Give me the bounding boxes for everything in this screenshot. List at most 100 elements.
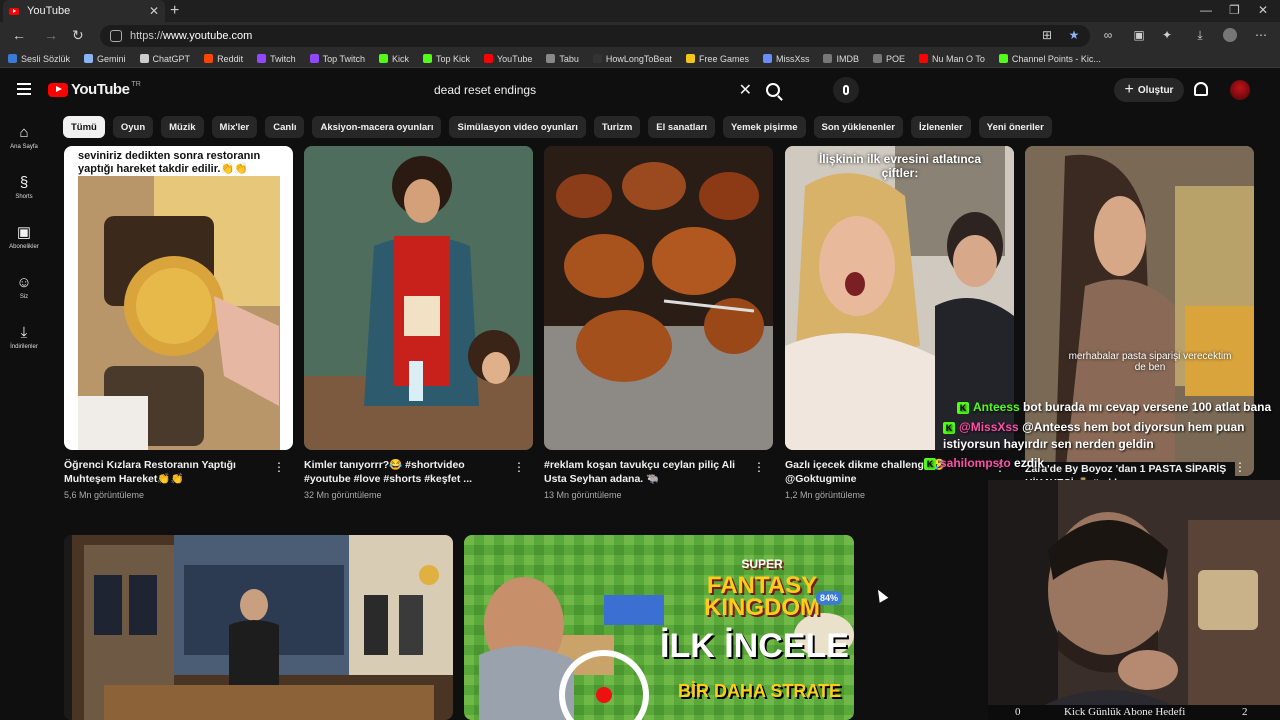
bookmark-favicon-icon xyxy=(204,54,214,63)
bookmark-item[interactable]: IMDB xyxy=(823,54,859,64)
sidebar-item-label: Siz xyxy=(19,293,29,300)
extension-icon[interactable]: ∞ xyxy=(1101,28,1115,42)
filter-chip[interactable]: Son yüklenenler xyxy=(813,116,903,138)
sidebar-item[interactable]: ☺ Siz xyxy=(0,262,48,312)
more-actions-icon[interactable]: ⋮ xyxy=(753,460,765,474)
short-thumbnail[interactable] xyxy=(304,146,533,450)
restore-icon[interactable]: ❐ xyxy=(1229,3,1240,17)
filter-chip[interactable]: Yeni öneriler xyxy=(978,116,1052,138)
bookmark-item[interactable]: Free Games xyxy=(685,54,749,64)
profile-icon[interactable] xyxy=(1223,28,1237,42)
browser-tab[interactable]: YouTube ✕ xyxy=(3,0,165,22)
bookmark-item[interactable]: HowLongToBeat xyxy=(592,54,672,64)
filter-chip[interactable]: Müzik xyxy=(161,116,204,138)
search-icon[interactable] xyxy=(766,83,780,97)
bookmark-favicon-icon xyxy=(872,54,882,63)
more-actions-icon[interactable]: ⋮ xyxy=(1234,460,1246,474)
address-bar[interactable]: https://www.youtube.com xyxy=(100,25,1090,47)
filter-chip[interactable]: Tümü xyxy=(63,116,105,138)
more-actions-icon[interactable]: ⋮ xyxy=(513,460,525,474)
sidebar-item[interactable]: ▣ Abonelikler xyxy=(0,212,48,262)
bookmark-item[interactable]: Sesli Sözlük xyxy=(8,54,70,64)
sidebar-item[interactable]: § Shorts xyxy=(0,162,48,212)
filter-chip[interactable]: İzlenenler xyxy=(910,116,971,138)
short-title[interactable]: #reklam koşan tavukçu ceylan piliç Ali U… xyxy=(544,458,754,486)
bookmark-item[interactable]: Top Kick xyxy=(422,54,470,64)
url-host: www.youtube.com xyxy=(163,30,253,42)
bookmark-item[interactable]: MissXss xyxy=(762,54,809,64)
bookmark-label: Gemini xyxy=(97,53,126,64)
bookmark-item[interactable]: Nu Man O To xyxy=(918,54,985,64)
bookmark-item[interactable]: Tabu xyxy=(546,54,579,64)
bookmark-favicon-icon xyxy=(685,54,695,63)
filter-chip[interactable]: Mix'ler xyxy=(211,116,258,138)
filter-chip[interactable]: Aksiyon-macera oyunları xyxy=(312,116,442,138)
bookmark-favicon-icon xyxy=(762,54,772,63)
bookmark-item[interactable]: Gemini xyxy=(84,54,126,64)
download-icon[interactable]: ⤓ xyxy=(1193,28,1207,42)
bookmark-item[interactable]: Reddit xyxy=(204,54,243,64)
bookmark-item[interactable]: Kick xyxy=(378,53,409,64)
bookmark-item[interactable]: YouTube xyxy=(483,54,532,64)
create-button[interactable]: + Oluştur xyxy=(1114,78,1184,102)
youtube-favicon-icon xyxy=(9,7,19,15)
search-box[interactable]: dead reset endings ✕ xyxy=(424,77,784,103)
bookmark-item[interactable]: ChatGPT xyxy=(139,54,190,64)
short-card[interactable]: #reklam koşan tavukçu ceylan piliç Ali U… xyxy=(544,146,773,500)
sidebar-item[interactable]: ⤓ İndirilenler xyxy=(0,312,48,362)
sidebar-item-label: İndirilenler xyxy=(10,343,38,350)
sidebar-item[interactable]: ⌂ Ana Sayfa xyxy=(0,112,48,162)
game-headline: İLK İNCELE xyxy=(660,627,849,665)
youtube-play-icon xyxy=(48,82,68,97)
extensions-puzzle-icon[interactable]: ✦ xyxy=(1160,28,1174,42)
search-input[interactable]: dead reset endings xyxy=(434,83,739,97)
bookmark-label: Kick xyxy=(391,53,409,64)
close-tab-icon[interactable]: ✕ xyxy=(149,4,159,18)
site-info-icon[interactable] xyxy=(110,30,122,42)
chat-text: ezdik xyxy=(1014,456,1045,470)
youtube-logo[interactable]: YouTube TR xyxy=(48,81,141,98)
mouse-cursor-icon xyxy=(873,587,889,603)
short-card[interactable]: seviniriz dedikten sonra restoranın yapt… xyxy=(64,146,293,500)
menu-dots-icon[interactable]: ⋯ xyxy=(1254,28,1268,42)
bookmark-label: POE xyxy=(885,53,905,64)
hamburger-menu-icon[interactable] xyxy=(17,83,31,95)
filter-chip[interactable]: Turizm xyxy=(593,116,641,138)
window-close-icon[interactable]: ✕ xyxy=(1258,3,1268,17)
short-card[interactable]: Kimler tanıyorrr?😂 #shortvideo #youtube … xyxy=(304,146,533,500)
video-thumbnail[interactable] xyxy=(64,535,453,720)
reload-icon[interactable]: ↻ xyxy=(72,27,84,44)
new-tab-icon[interactable]: + xyxy=(170,2,179,20)
short-title[interactable]: Öğrenci Kızlara Restoranın Yaptığı Muhte… xyxy=(64,458,274,486)
bookmark-item[interactable]: Channel Points - Kic... xyxy=(998,54,1101,64)
filter-chip[interactable]: Oyun xyxy=(112,116,154,138)
filter-chip[interactable]: Simülasyon video oyunları xyxy=(449,116,586,138)
split-screen-icon[interactable]: ▣ xyxy=(1132,28,1146,42)
bookmark-label: Tabu xyxy=(559,53,579,64)
filter-chip[interactable]: Canlı xyxy=(265,116,305,138)
more-actions-icon[interactable]: ⋮ xyxy=(273,460,285,474)
avatar[interactable] xyxy=(1230,80,1250,100)
short-thumbnail[interactable] xyxy=(544,146,773,450)
chat-user: Anteess xyxy=(973,400,1020,414)
clear-search-icon[interactable]: ✕ xyxy=(739,80,752,100)
favorite-star-icon[interactable]: ★ xyxy=(1067,28,1081,42)
bookmark-item[interactable]: POE xyxy=(872,53,905,64)
minimize-icon[interactable]: — xyxy=(1200,3,1212,17)
shorts-icon: § xyxy=(19,173,29,191)
short-thumbnail[interactable]: seviniriz dedikten sonra restoranın yapt… xyxy=(64,146,293,450)
filter-chip[interactable]: Yemek pişirme xyxy=(723,116,806,138)
notifications-bell-icon[interactable] xyxy=(1194,82,1208,96)
voice-search-button[interactable] xyxy=(833,77,859,103)
short-title[interactable]: Kimler tanıyorrr?😂 #shortvideo #youtube … xyxy=(304,458,514,486)
bookmark-item[interactable]: Top Twitch xyxy=(309,54,365,64)
short-views: 32 Mn görüntüleme xyxy=(304,490,382,500)
sidebar-item-label: Abonelikler xyxy=(9,243,39,250)
short-caption: İlişkinin ilk evresini atlatınca çiftler… xyxy=(818,152,982,180)
forward-icon[interactable]: → xyxy=(44,27,58,43)
bookmark-item[interactable]: Twitch xyxy=(257,54,296,64)
back-icon[interactable]: ← xyxy=(12,27,26,43)
filter-chip[interactable]: El sanatları xyxy=(648,116,715,138)
video-thumbnail[interactable]: SUPER FANTASY KINGDOM 84% İLK İNCELE BİR… xyxy=(464,535,854,720)
app-available-icon[interactable]: ⊞ xyxy=(1040,28,1054,42)
